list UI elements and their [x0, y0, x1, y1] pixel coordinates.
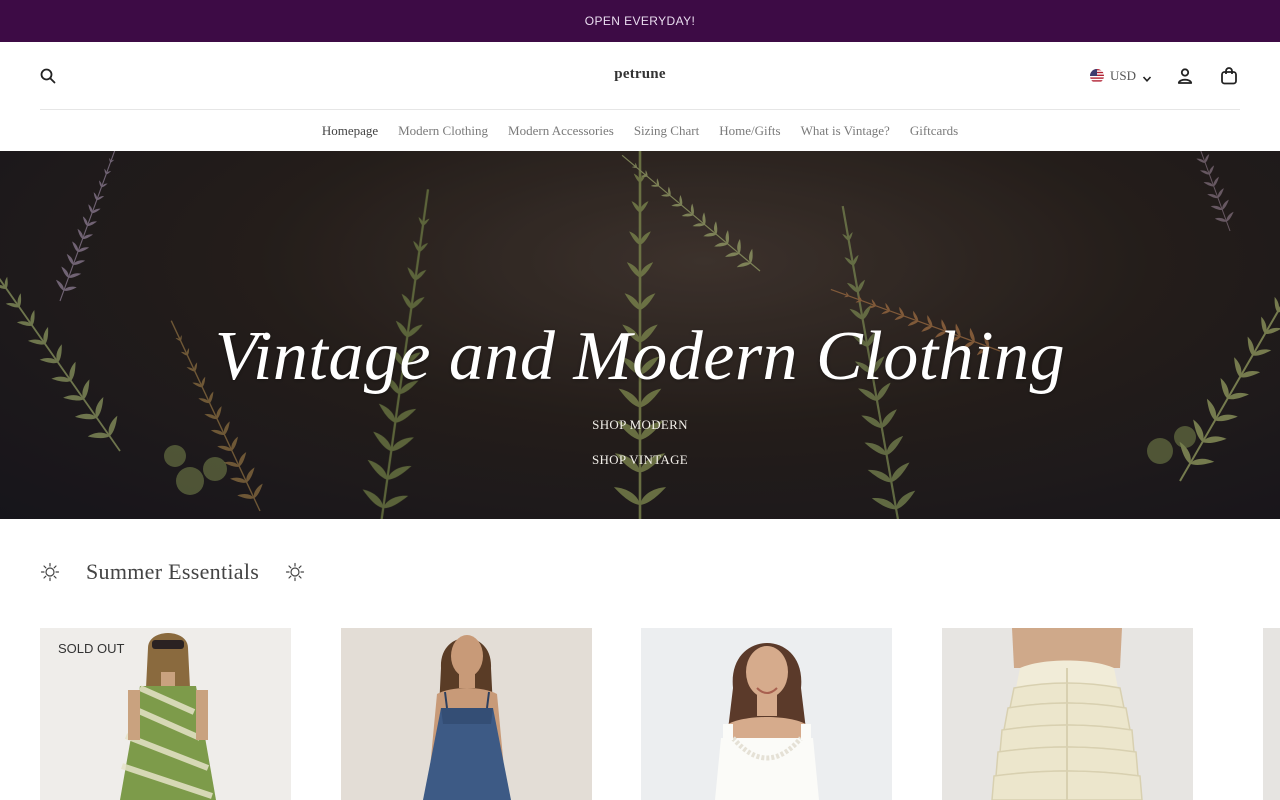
- nav-modern-clothing[interactable]: Modern Clothing: [398, 123, 488, 139]
- product-card-partial[interactable]: [1263, 628, 1280, 800]
- nav-home-gifts[interactable]: Home/Gifts: [719, 123, 780, 139]
- header-tools: USD: [1089, 64, 1240, 88]
- bag-icon[interactable]: [1218, 65, 1240, 87]
- site-header: petrune USD: [40, 42, 1240, 110]
- sun-icon: [40, 562, 60, 582]
- collection-title: Summer Essentials: [86, 559, 260, 584]
- product-card[interactable]: SOLD OUT: [40, 628, 291, 800]
- product-card[interactable]: [641, 628, 892, 800]
- nav-giftcards[interactable]: Giftcards: [910, 123, 958, 139]
- collection-heading: Summer Essentials: [40, 556, 305, 588]
- shop-vintage-link[interactable]: SHOP VINTAGE: [0, 452, 1280, 468]
- nav-homepage[interactable]: Homepage: [322, 123, 378, 139]
- hero-banner: Vintage and Modern Clothing SHOP MODERN …: [0, 151, 1280, 519]
- nav-what-is-vintage[interactable]: What is Vintage?: [801, 123, 890, 139]
- site-logo[interactable]: petrune: [614, 66, 665, 83]
- product-image-denim-slip-dress: [341, 628, 592, 800]
- hero-title: Vintage and Modern Clothing: [214, 318, 1066, 395]
- product-image-ruffle-bloomers: [942, 628, 1193, 800]
- currency-selector[interactable]: USD: [1089, 68, 1152, 84]
- main-nav: Homepage Modern Clothing Modern Accessor…: [0, 110, 1280, 151]
- product-card[interactable]: [942, 628, 1193, 800]
- announcement-text: OPEN EVERYDAY!: [584, 14, 696, 28]
- chevron-down-icon: [1142, 71, 1152, 82]
- product-image-white-lace-top: [641, 628, 892, 800]
- product-card[interactable]: [341, 628, 592, 800]
- sold-out-badge: SOLD OUT: [58, 641, 125, 656]
- shop-modern-link[interactable]: SHOP MODERN: [0, 417, 1280, 433]
- nav-sizing-chart[interactable]: Sizing Chart: [634, 123, 699, 139]
- search-icon[interactable]: [40, 68, 56, 84]
- user-icon[interactable]: [1174, 65, 1196, 87]
- currency-label: USD: [1109, 68, 1136, 83]
- announcement-bar: OPEN EVERYDAY!: [0, 0, 1280, 42]
- nav-modern-accessories[interactable]: Modern Accessories: [508, 123, 614, 139]
- product-grid: SOLD OUT: [40, 628, 1280, 800]
- sun-icon: [285, 562, 305, 582]
- us-flag-icon: [1089, 69, 1104, 83]
